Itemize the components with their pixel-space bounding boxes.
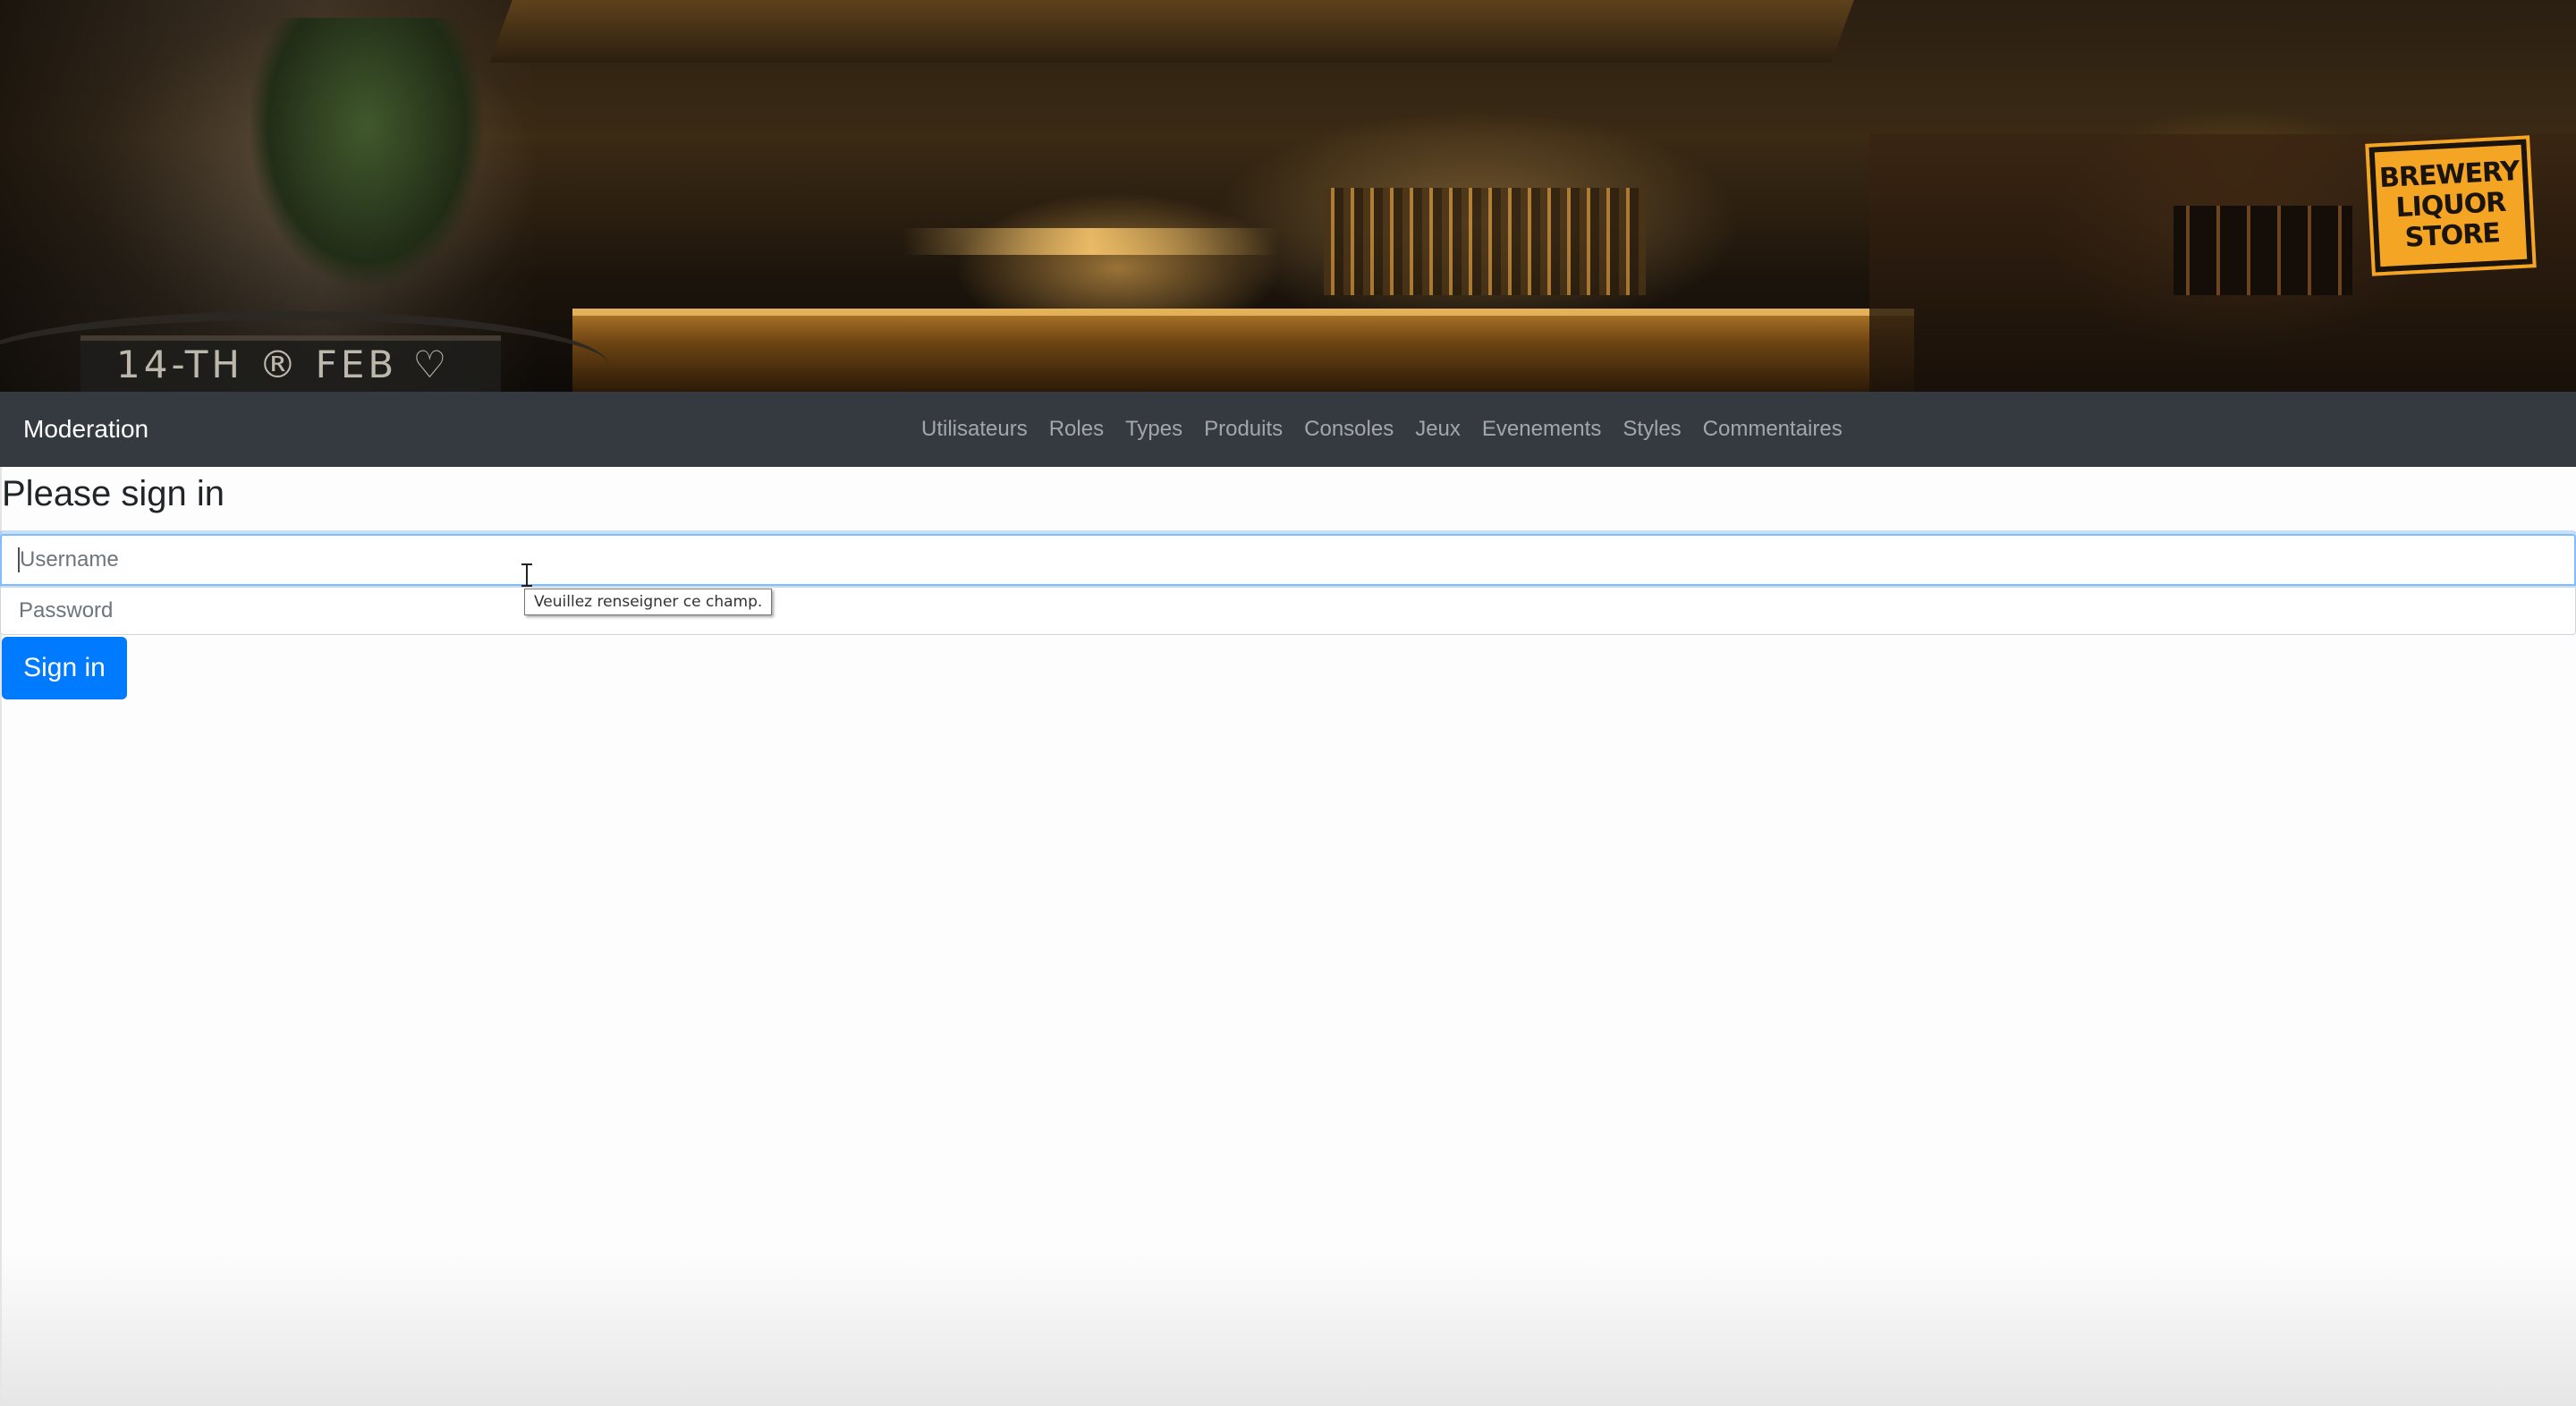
nav-links: Utilisateurs Roles Types Produits Consol…	[921, 392, 1843, 467]
bottom-fade	[0, 1252, 2576, 1406]
nav-link-commentaires[interactable]: Commentaires	[1703, 417, 1843, 442]
nav-link-utilisateurs[interactable]: Utilisateurs	[921, 417, 1028, 442]
main-navbar: Moderation Utilisateurs Roles Types Prod…	[0, 392, 2576, 467]
sign-in-button[interactable]: Sign in	[2, 637, 127, 699]
hero-ceiling	[489, 0, 1854, 63]
hero-bottle-shelf	[1324, 188, 1646, 295]
ibeam-cursor-icon	[521, 563, 532, 587]
hero-bar-counter	[572, 309, 1914, 392]
nav-link-styles[interactable]: Styles	[1623, 417, 1681, 442]
nav-link-types[interactable]: Types	[1125, 417, 1182, 442]
navbar-brand[interactable]: Moderation	[23, 392, 148, 467]
nav-link-produits[interactable]: Produits	[1204, 417, 1283, 442]
username-input[interactable]	[0, 534, 2576, 586]
hero-bottles	[2174, 206, 2352, 295]
nav-link-consoles[interactable]: Consoles	[1304, 417, 1394, 442]
hero-bar-light	[903, 228, 1279, 255]
hero-chalkboard: 14-TH ® FEB ♡	[80, 335, 501, 392]
text-caret	[18, 547, 20, 572]
nav-link-evenements[interactable]: Evenements	[1482, 417, 1601, 442]
hero-banner: 14-TH ® FEB ♡ BREWERY LIQUOR STORE	[0, 0, 2576, 392]
validation-tooltip: Veuillez renseigner ce champ.	[524, 589, 773, 615]
hero-plant	[250, 18, 483, 286]
nav-link-jeux[interactable]: Jeux	[1415, 417, 1461, 442]
page-title: Please sign in	[2, 473, 225, 513]
nav-link-roles[interactable]: Roles	[1049, 417, 1104, 442]
password-input[interactable]	[0, 587, 2576, 635]
brewery-store-sign: BREWERY LIQUOR STORE	[2365, 135, 2537, 276]
store-sign-line: STORE	[2403, 217, 2501, 254]
